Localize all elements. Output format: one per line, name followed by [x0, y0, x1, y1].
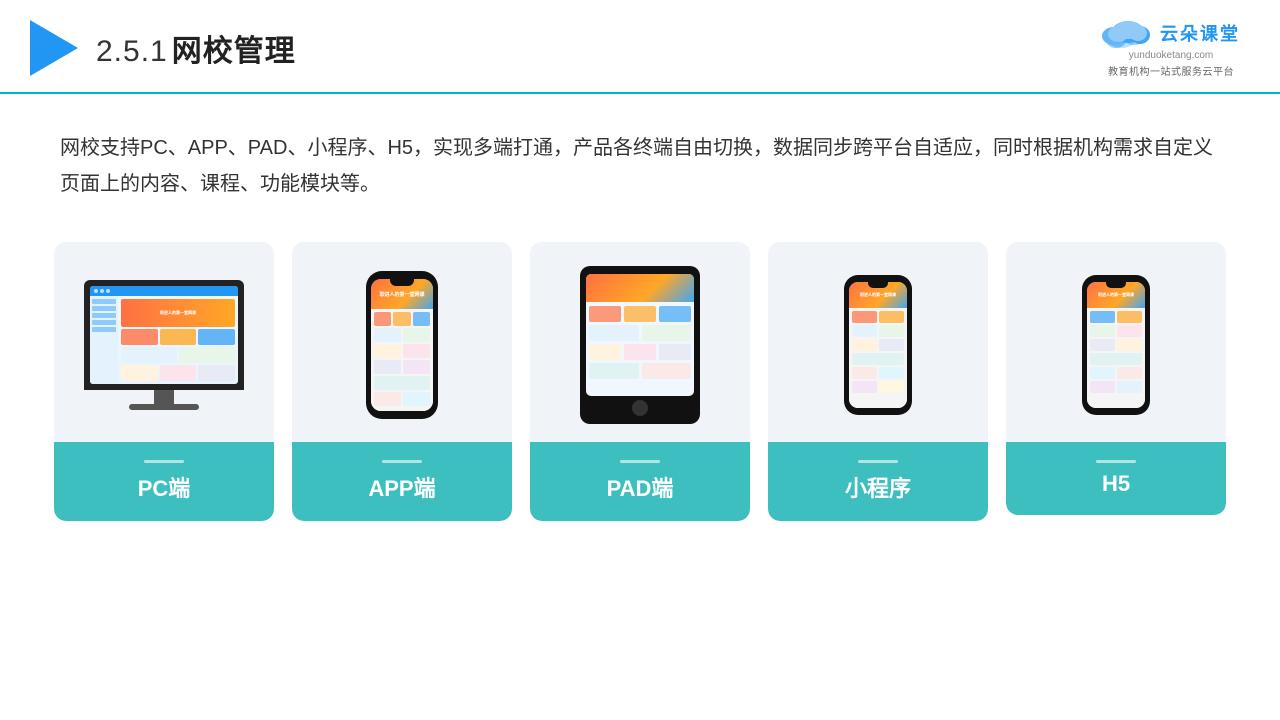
- brand-name: 云朵课堂: [1160, 20, 1240, 46]
- card-app-image: 职进人的第一堂网课: [292, 242, 512, 442]
- card-miniprogram: 职进人的第一堂网课: [768, 242, 988, 521]
- brand-logo: 云朵课堂 yunduoketang.com 教育机构一站式服务云平台: [1102, 18, 1240, 78]
- card-pad-label[interactable]: PAD端: [530, 442, 750, 521]
- card-pc-image: 职进人的第一堂网课: [54, 242, 274, 442]
- card-h5-label[interactable]: H5: [1006, 442, 1226, 515]
- card-miniprogram-image: 职进人的第一堂网课: [768, 242, 988, 442]
- card-miniprogram-label[interactable]: 小程序: [768, 442, 988, 521]
- card-app-label[interactable]: APP端: [292, 442, 512, 521]
- pad-tablet-icon: [580, 266, 700, 424]
- card-pc: 职进人的第一堂网课: [54, 242, 274, 521]
- h5-phone-icon: 职进人的第一堂网课: [1082, 275, 1150, 415]
- miniprogram-phone-icon: 职进人的第一堂网课: [844, 275, 912, 415]
- cards-section: 职进人的第一堂网课: [0, 222, 1280, 521]
- header: 2.5.1网校管理 云朵课堂 yunduoketang.com 教育机构一站式服…: [0, 0, 1280, 94]
- section-number: 2.5.1: [96, 35, 168, 68]
- app-phone-icon: 职进人的第一堂网课: [366, 271, 438, 419]
- pc-monitor-icon: 职进人的第一堂网课: [84, 280, 244, 410]
- brand-icon: 云朵课堂: [1102, 18, 1240, 48]
- card-app: 职进人的第一堂网课: [292, 242, 512, 521]
- logo-triangle-icon: [30, 20, 78, 76]
- brand-tagline: 教育机构一站式服务云平台: [1108, 63, 1234, 78]
- header-left: 2.5.1网校管理: [30, 20, 296, 76]
- card-pad: PAD端: [530, 242, 750, 521]
- card-pad-image: [530, 242, 750, 442]
- cloud-icon: [1102, 18, 1154, 48]
- card-h5: 职进人的第一堂网课: [1006, 242, 1226, 515]
- card-pc-label[interactable]: PC端: [54, 442, 274, 521]
- page-title: 2.5.1网校管理: [96, 26, 296, 70]
- description-text: 网校支持PC、APP、PAD、小程序、H5，实现多端打通，产品各终端自由切换，数…: [0, 94, 1280, 222]
- brand-url: yunduoketang.com: [1129, 50, 1214, 61]
- card-h5-image: 职进人的第一堂网课: [1006, 242, 1226, 442]
